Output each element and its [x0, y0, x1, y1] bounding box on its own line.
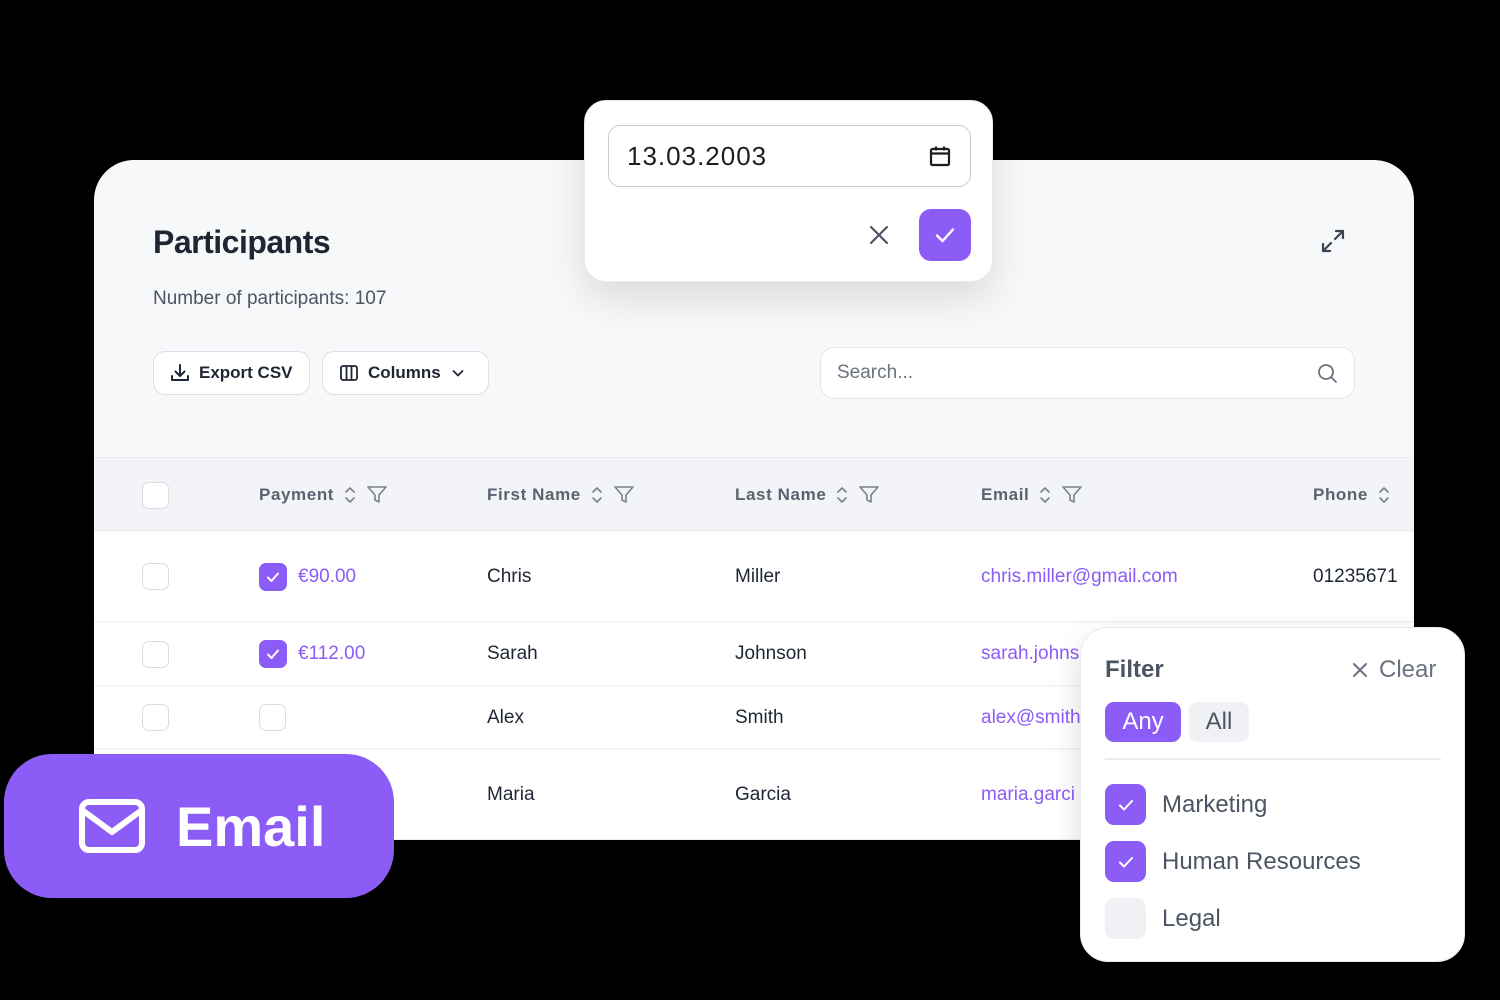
check-icon [267, 572, 279, 582]
calendar-icon[interactable] [928, 144, 952, 168]
date-value: 13.03.2003 [627, 140, 768, 171]
close-icon [1353, 663, 1367, 677]
email-cell[interactable]: alex@smith [981, 687, 1081, 748]
check-icon [267, 649, 279, 659]
row-select-checkbox[interactable] [142, 687, 169, 748]
header-last-name-label: Last Name [735, 485, 827, 504]
row-select-checkbox[interactable] [142, 623, 169, 685]
filter-popup: Filter Clear Any All Marketing Human Res… [1080, 627, 1465, 962]
option-label: Human Resources [1162, 847, 1361, 875]
filter-icon[interactable] [613, 485, 635, 505]
sort-icon[interactable] [1377, 485, 1391, 505]
header-payment[interactable]: Payment [259, 458, 388, 532]
divider [1105, 758, 1441, 760]
check-icon [1118, 799, 1133, 810]
last-name-cell: Garcia [735, 783, 791, 805]
search-icon [1318, 364, 1337, 383]
filter-option-marketing[interactable]: Marketing [1105, 784, 1267, 825]
sort-icon[interactable] [835, 485, 849, 505]
last-name-cell: Miller [735, 565, 781, 587]
header-email-label: Email [981, 485, 1030, 504]
email-button[interactable]: Email [4, 754, 394, 898]
mode-any-toggle[interactable]: Any [1105, 702, 1181, 742]
filter-icon[interactable] [1061, 485, 1083, 505]
filter-icon[interactable] [858, 485, 880, 505]
filter-option-human-resources[interactable]: Human Resources [1105, 841, 1361, 882]
email-cell[interactable]: maria.garci [981, 750, 1075, 839]
export-csv-label: Export CSV [199, 363, 293, 382]
paid-checkbox[interactable] [259, 562, 287, 591]
first-name-cell: Chris [487, 565, 532, 587]
payment-amount: €112.00 [298, 643, 366, 664]
expand-icon[interactable] [1320, 228, 1346, 254]
paid-checkbox[interactable] [259, 640, 287, 668]
header-phone[interactable]: Phone [1313, 458, 1391, 532]
search-placeholder: Search... [837, 362, 914, 383]
email-button-label: Email [176, 794, 326, 858]
search-input[interactable]: Search... [820, 347, 1355, 399]
header-email[interactable]: Email [981, 458, 1083, 532]
payment-cell: €90.00 [259, 532, 356, 621]
row-select-checkbox[interactable] [142, 532, 169, 621]
download-icon [171, 364, 189, 381]
filter-option-legal[interactable]: Legal [1105, 898, 1221, 939]
paid-checkbox[interactable] [259, 687, 286, 748]
columns-icon [340, 365, 358, 381]
first-name-cell: Alex [487, 706, 524, 728]
columns-button[interactable]: Columns [322, 351, 489, 395]
first-name-cell: Sarah [487, 643, 538, 664]
check-icon [935, 228, 955, 243]
participant-count: Number of participants: 107 [153, 288, 387, 309]
confirm-date-button[interactable] [919, 209, 971, 261]
table-header: Payment First Name Last Name Email Phone [94, 457, 1414, 531]
payment-amount: €90.00 [298, 565, 357, 587]
date-input[interactable]: 13.03.2003 [608, 125, 971, 187]
option-label: Marketing [1162, 790, 1268, 818]
email-cell[interactable]: chris.miller@gmail.com [981, 532, 1178, 621]
header-payment-label: Payment [259, 485, 335, 504]
header-last-name[interactable]: Last Name [735, 458, 880, 532]
clear-filter-button[interactable]: Clear [1351, 656, 1436, 684]
page-title: Participants [153, 224, 331, 260]
export-csv-button[interactable]: Export CSV [153, 351, 310, 395]
first-name-cell: Maria [487, 783, 535, 805]
header-first-name-label: First Name [487, 485, 581, 504]
email-cell[interactable]: sarah.johns [981, 623, 1079, 685]
mode-all-toggle[interactable]: All [1189, 702, 1249, 742]
filter-title: Filter [1105, 656, 1164, 683]
chevron-down-icon [452, 370, 464, 377]
mail-icon [79, 799, 145, 853]
clear-label: Clear [1379, 656, 1437, 683]
close-icon[interactable] [865, 221, 893, 249]
option-checkbox[interactable] [1105, 898, 1146, 939]
header-first-name[interactable]: First Name [487, 458, 635, 532]
option-checkbox[interactable] [1105, 841, 1146, 882]
date-picker-popup: 13.03.2003 [584, 100, 993, 282]
sort-icon[interactable] [590, 485, 604, 505]
payment-cell: €112.00 [259, 623, 365, 685]
phone-cell: 01235671 [1313, 565, 1398, 587]
option-label: Legal [1162, 904, 1221, 932]
sort-icon[interactable] [1038, 485, 1052, 505]
last-name-cell: Johnson [735, 643, 807, 664]
header-phone-label: Phone [1313, 485, 1368, 504]
select-all-checkbox[interactable] [142, 458, 169, 532]
sort-icon[interactable] [343, 485, 357, 505]
filter-icon[interactable] [366, 485, 388, 505]
option-checkbox[interactable] [1105, 784, 1146, 825]
check-icon [1118, 856, 1133, 867]
last-name-cell: Smith [735, 706, 784, 728]
columns-label: Columns [368, 363, 441, 382]
table-row[interactable]: €90.00 Chris Miller chris.miller@gmail.c… [94, 532, 1414, 622]
